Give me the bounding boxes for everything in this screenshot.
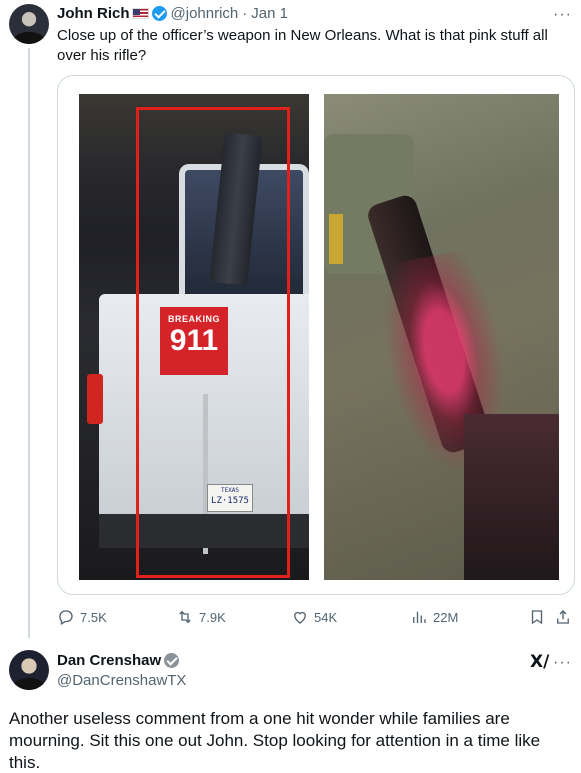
bookmark-icon [531,610,543,625]
photo-closeup[interactable] [324,94,559,580]
avatar-john-rich[interactable] [9,4,49,44]
share-icon [557,610,569,624]
breaking-911-logo: BREAKING 911 [160,307,228,375]
views-button[interactable]: 22M [410,606,458,628]
thread-line [28,48,30,638]
avatar-shoulders [13,32,45,44]
author-handle[interactable]: @johnrich [171,5,239,22]
reply-icon [59,610,73,625]
bookmark-button[interactable] [528,606,551,628]
reply-text: Another useless comment from a one hit w… [9,709,541,772]
dark-area [464,414,559,580]
logo-number: 911 [169,324,219,357]
reply-author-handle[interactable]: @DanCrenshawTX [57,672,186,689]
truck-tail-light [87,374,103,424]
views-count: 22M [433,609,459,625]
reply-author-row: Dan Crenshaw [57,652,180,669]
like-button[interactable]: 54K [291,606,337,628]
yellow-patch [329,214,343,264]
tweet-john-rich[interactable]: John Rich @johnrich · Jan 1 ··· Close up… [0,0,581,640]
reply-button[interactable]: 7.5K [57,606,107,628]
tweet-text: Close up of the officer’s weapon in New … [57,27,548,64]
tweet-actions: 7.5K 7.9K 54K 22M [57,606,575,628]
reply-author-name[interactable]: Dan Crenshaw [57,652,161,669]
like-count: 54K [314,609,338,625]
more-options-icon[interactable]: ··· [553,6,572,24]
repost-count: 7.9K [199,609,226,625]
verified-badge-icon[interactable] [164,653,180,668]
us-flag-icon [131,7,149,19]
verified-badge-icon[interactable] [151,5,167,21]
separator-dot: · [242,4,248,22]
tweet-media[interactable]: TEXAS LZ·1575 BREAKING 911 [57,75,575,595]
repost-button[interactable]: 7.9K [176,606,226,628]
tweet-header: John Rich @johnrich · Jan 1 [57,4,288,22]
logo-top-text: BREAKING [167,314,220,324]
reply-count: 7.5K [80,609,107,625]
share-button[interactable] [554,606,577,628]
more-options-icon[interactable]: ··· [553,654,572,672]
post-time[interactable]: Jan 1 [251,5,288,22]
heart-icon [294,611,306,624]
grok-icon[interactable]: X/ [530,652,549,672]
repost-icon [179,610,191,624]
avatar-dan-crenshaw[interactable] [9,650,49,690]
author-name[interactable]: John Rich [57,5,130,22]
views-icon [413,611,426,623]
avatar-shoulders [13,678,45,690]
